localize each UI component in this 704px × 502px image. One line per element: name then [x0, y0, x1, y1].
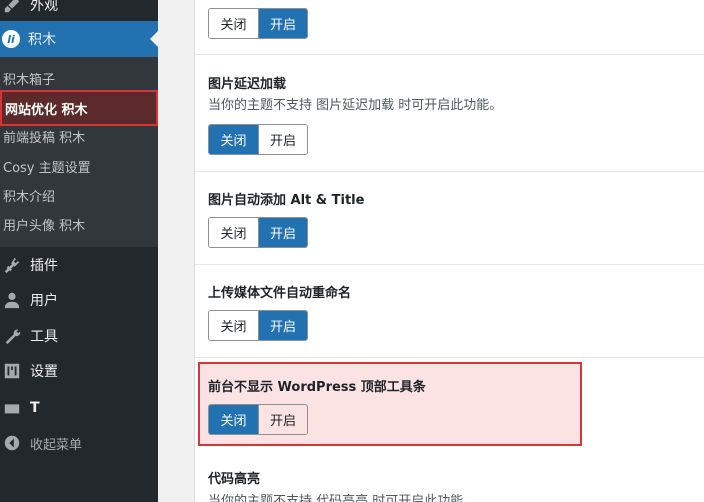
- settings-row-lazyload: 图片延迟加载 当你的主题不支持 图片延迟加载 时可开启此功能。 关闭 开启: [195, 56, 704, 172]
- submenu-item-jimu-box[interactable]: 积木箱子: [0, 64, 158, 92]
- setting-title: 上传媒体文件自动重命名: [208, 286, 352, 301]
- settings-icon: [2, 361, 22, 381]
- settings-row: 关闭 开启: [195, 0, 704, 55]
- submenu-item-frontend-post[interactable]: 前端投稿 积木: [0, 122, 158, 150]
- brush-icon: [2, 0, 22, 15]
- plug-icon: [2, 255, 22, 275]
- menu-item-tools[interactable]: 工具: [0, 318, 158, 354]
- settings-row-rename: 上传媒体文件自动重命名 关闭 开启: [195, 265, 704, 358]
- on-button[interactable]: 开启: [258, 9, 307, 38]
- wrench-icon: [2, 326, 22, 346]
- menu-label: 插件: [30, 258, 58, 274]
- on-button[interactable]: 开启: [258, 405, 307, 434]
- setting-title: 前台不显示 WordPress 顶部工具条: [208, 380, 426, 395]
- on-button[interactable]: 开启: [258, 311, 307, 340]
- on-button[interactable]: 开启: [258, 218, 307, 247]
- toggle-group: 关闭 开启: [208, 8, 308, 39]
- menu-label: T: [30, 400, 40, 416]
- user-icon: [2, 290, 22, 310]
- plugin-icon: [2, 398, 22, 418]
- off-button[interactable]: 关闭: [209, 405, 258, 434]
- admin-sidebar: 外观 li 积木 积木箱子 网站优化 积木 前端投稿 积木 Cosy 主题设置 …: [0, 0, 158, 502]
- settings-row-code-highlight: 代码高亮 当你的主题不支持 代码高亮 时可开启此功能。: [195, 451, 704, 502]
- highlighted-setting-toolbar: 前台不显示 WordPress 顶部工具条 关闭 开启: [198, 362, 582, 446]
- submenu-item-about[interactable]: 积木介绍: [0, 181, 158, 209]
- menu-label: 设置: [30, 364, 58, 380]
- toggle-group: 关闭 开启: [208, 310, 308, 341]
- off-button[interactable]: 关闭: [209, 218, 258, 247]
- menu-label: 积木: [28, 32, 56, 48]
- jimu-logo-icon: li: [2, 30, 20, 48]
- toggle-group: 关闭 开启: [208, 404, 308, 435]
- setting-description: 当你的主题不支持 图片延迟加载 时可开启此功能。: [208, 98, 503, 113]
- submenu-item-seo[interactable]: 网站优化 积木: [0, 90, 158, 126]
- toggle-group: 关闭 开启: [208, 124, 308, 155]
- collapse-arrow-icon: [2, 433, 22, 453]
- menu-label: 收起菜单: [30, 437, 83, 453]
- submenu-item-cosy-theme[interactable]: Cosy 主题设置: [0, 152, 158, 180]
- menu-item-settings[interactable]: 设置: [0, 353, 158, 389]
- menu-item-plugins[interactable]: 插件: [0, 247, 158, 283]
- on-button[interactable]: 开启: [258, 125, 307, 154]
- setting-title: 代码高亮: [208, 472, 261, 487]
- setting-title: 图片自动添加 Alt & Title: [208, 193, 365, 208]
- menu-label: 用户: [30, 293, 58, 309]
- menu-item-jimu[interactable]: li 积木: [0, 21, 158, 57]
- collapse-menu-button[interactable]: 收起菜单: [0, 425, 158, 461]
- menu-label: 工具: [30, 329, 58, 345]
- menu-item-plugin-t[interactable]: T: [0, 390, 158, 426]
- submenu-item-avatar[interactable]: 用户头像 积木: [0, 210, 158, 238]
- off-button[interactable]: 关闭: [209, 9, 258, 38]
- off-button[interactable]: 关闭: [209, 311, 258, 340]
- jimu-submenu: 积木箱子 网站优化 积木 前端投稿 积木 Cosy 主题设置 积木介绍 用户头像…: [0, 57, 158, 247]
- off-button[interactable]: 关闭: [209, 125, 258, 154]
- main-content: 关闭 开启 图片延迟加载 当你的主题不支持 图片延迟加载 时可开启此功能。 关闭…: [158, 0, 704, 502]
- settings-row-alt-title: 图片自动添加 Alt & Title 关闭 开启: [195, 172, 704, 265]
- menu-item-appearance[interactable]: 外观: [0, 0, 158, 23]
- setting-title: 图片延迟加载: [208, 77, 287, 92]
- menu-item-users[interactable]: 用户: [0, 282, 158, 318]
- setting-description: 当你的主题不支持 代码高亮 时可开启此功能。: [208, 494, 477, 502]
- toggle-group: 关闭 开启: [208, 217, 308, 248]
- active-arrow: [150, 31, 158, 47]
- menu-label: 外观: [30, 0, 58, 14]
